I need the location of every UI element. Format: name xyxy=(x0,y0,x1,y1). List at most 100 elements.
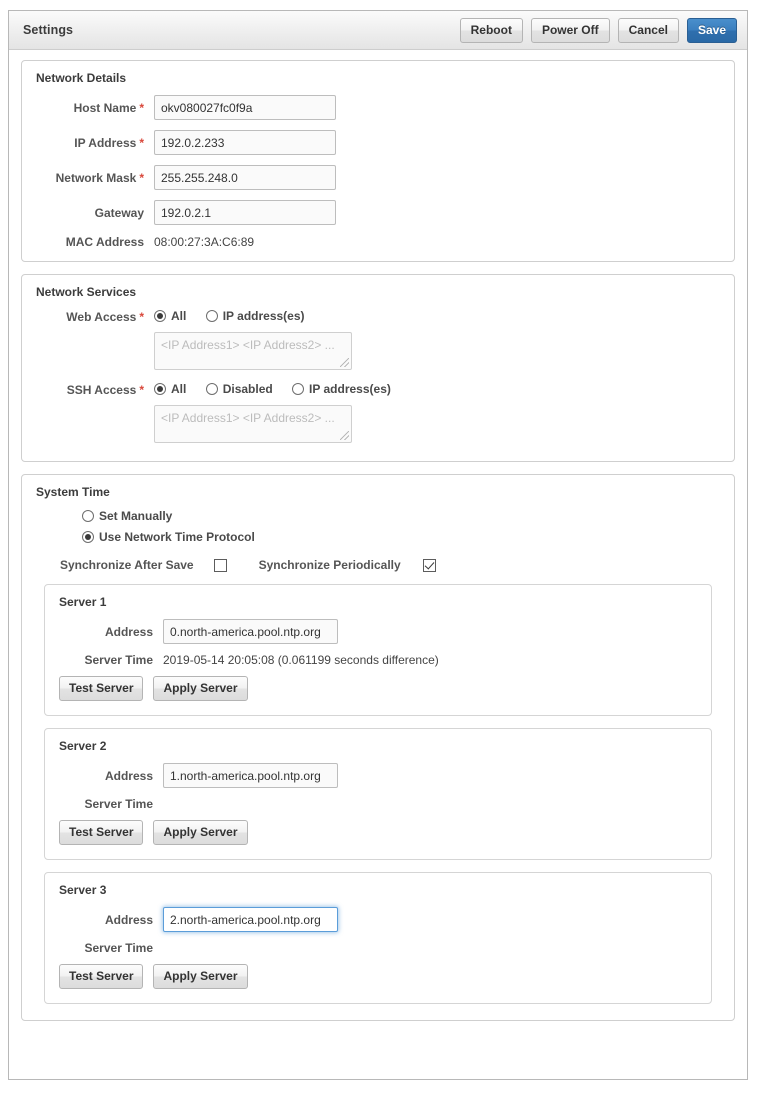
ssh-access-option-disabled[interactable]: Disabled xyxy=(205,382,273,396)
system-time-panel: System Time Set Manually Use Network Tim… xyxy=(21,474,735,1021)
sync-periodically-checkbox[interactable] xyxy=(422,558,436,572)
required-marker: * xyxy=(139,383,144,397)
web-access-option-all-label: All xyxy=(171,309,187,323)
server-2-panel: Server 2 Address Server Time Test Server… xyxy=(44,728,712,860)
radio-icon[interactable] xyxy=(82,531,94,543)
server-1-title: Server 1 xyxy=(59,595,107,609)
time-mode-ntp[interactable]: Use Network Time Protocol xyxy=(82,530,720,544)
cancel-button[interactable]: Cancel xyxy=(617,17,679,43)
web-access-option-ip[interactable]: IP address(es) xyxy=(205,309,305,323)
required-marker: * xyxy=(139,170,144,185)
network-mask-input[interactable] xyxy=(154,165,336,190)
window-titlebar: Settings Reboot Power Off Cancel Save xyxy=(9,11,747,50)
server-1-time-value: 2019-05-14 20:05:08 (0.061199 seconds di… xyxy=(163,653,439,667)
time-mode-manual-label: Set Manually xyxy=(99,509,173,523)
web-access-options: All IP address(es) xyxy=(154,309,720,325)
ssh-access-body: All Disabled IP address(es) xyxy=(154,382,720,443)
server-1-test-button[interactable]: Test Server xyxy=(59,676,144,701)
ip-address-row: IP Address * xyxy=(36,130,720,155)
settings-content: Network Details Host Name* IP Address* N… xyxy=(9,50,747,1021)
required-marker: * xyxy=(139,135,144,150)
ssh-access-label-text: SSH Access xyxy=(66,383,137,397)
host-name-input[interactable] xyxy=(154,95,336,120)
server-1-buttons: Test Server Apply Server xyxy=(59,676,697,701)
ssh-access-ip-list-input[interactable] xyxy=(154,405,352,443)
system-time-title: System Time xyxy=(36,485,110,499)
host-name-row: Host Name * xyxy=(36,95,720,120)
server-2-title: Server 2 xyxy=(59,739,107,753)
server-3-title: Server 3 xyxy=(59,883,107,897)
radio-icon[interactable] xyxy=(205,310,218,322)
required-marker: * xyxy=(139,310,144,324)
web-access-label: Web Access * xyxy=(36,309,154,324)
ip-address-label-text: IP Address xyxy=(74,135,137,150)
gateway-label-text: Gateway xyxy=(94,205,144,220)
ssh-access-row: SSH Access * All Disabled IP address(es)… xyxy=(36,382,720,443)
radio-icon[interactable] xyxy=(82,510,94,522)
server-2-test-button[interactable]: Test Server xyxy=(59,820,144,845)
time-mode-manual[interactable]: Set Manually xyxy=(82,509,720,523)
time-mode-ntp-label: Use Network Time Protocol xyxy=(99,530,255,544)
reboot-button[interactable]: Reboot xyxy=(459,17,523,43)
server-1-panel: Server 1 Address Server Time 2019-05-14 … xyxy=(44,584,712,716)
server-3-panel: Server 3 Address Server Time Test Server… xyxy=(44,872,712,1004)
server-3-address-row: Address xyxy=(59,907,697,932)
titlebar-actions: Reboot Power Off Cancel Save xyxy=(459,17,737,43)
power-off-button[interactable]: Power Off xyxy=(530,17,610,43)
server-3-test-button[interactable]: Test Server xyxy=(59,964,144,989)
web-access-body: All IP address(es) xyxy=(154,309,720,370)
gateway-label: Gateway xyxy=(36,206,154,220)
server-3-buttons: Test Server Apply Server xyxy=(59,964,697,989)
synchronize-options-row: Synchronize After Save Synchronize Perio… xyxy=(60,558,720,572)
web-access-option-all[interactable]: All xyxy=(154,309,186,323)
server-2-buttons: Test Server Apply Server xyxy=(59,820,697,845)
web-access-ip-list-wrap xyxy=(154,332,352,370)
web-access-ip-list-input[interactable] xyxy=(154,332,352,370)
server-2-time-label: Server Time xyxy=(84,797,154,811)
radio-icon[interactable] xyxy=(205,383,218,395)
gateway-input[interactable] xyxy=(154,200,336,225)
required-marker: * xyxy=(139,100,144,115)
ssh-access-option-all-label: All xyxy=(171,382,187,396)
ip-address-input[interactable] xyxy=(154,130,336,155)
server-1-address-row: Address xyxy=(59,619,697,644)
server-2-apply-button[interactable]: Apply Server xyxy=(153,820,248,845)
radio-icon[interactable] xyxy=(154,383,166,395)
mac-address-value: 08:00:27:3A:C6:89 xyxy=(154,235,255,249)
network-services-title: Network Services xyxy=(36,285,137,299)
server-1-time-label: Server Time xyxy=(84,653,154,667)
server-3-address-input[interactable] xyxy=(163,907,338,932)
host-name-label-text: Host Name xyxy=(73,100,137,115)
page-title: Settings xyxy=(23,23,74,37)
ssh-access-option-ip[interactable]: IP address(es) xyxy=(292,382,391,396)
server-1-address-input[interactable] xyxy=(163,619,338,644)
settings-window: Settings Reboot Power Off Cancel Save Ne… xyxy=(8,10,748,1080)
ssh-access-option-all[interactable]: All xyxy=(154,382,186,396)
server-2-address-label: Address xyxy=(104,768,153,783)
server-2-address-input[interactable] xyxy=(163,763,338,788)
network-mask-row: Network Mask * xyxy=(36,165,720,190)
web-access-label-text: Web Access xyxy=(66,310,137,324)
sync-after-save-label: Synchronize After Save xyxy=(60,558,194,572)
network-details-title: Network Details xyxy=(36,71,127,85)
sync-periodically-label: Synchronize Periodically xyxy=(258,558,401,572)
system-time-modes: Set Manually Use Network Time Protocol xyxy=(82,509,720,544)
radio-icon[interactable] xyxy=(154,310,166,322)
server-1-time-row: Server Time 2019-05-14 20:05:08 (0.06119… xyxy=(59,653,697,667)
network-mask-label: Network Mask * xyxy=(36,171,154,185)
sync-after-save-checkbox[interactable] xyxy=(213,558,227,572)
server-2-address-row: Address xyxy=(59,763,697,788)
web-access-option-ip-label: IP address(es) xyxy=(222,309,305,323)
host-name-label: Host Name * xyxy=(36,101,154,115)
network-details-panel: Network Details Host Name* IP Address* N… xyxy=(21,60,735,262)
server-1-apply-button[interactable]: Apply Server xyxy=(153,676,248,701)
save-button[interactable]: Save xyxy=(686,17,737,43)
ssh-access-ip-list-wrap xyxy=(154,405,352,443)
mac-address-row: MAC Address 08:00:27:3A:C6:89 xyxy=(36,235,720,249)
server-2-time-row: Server Time xyxy=(59,797,697,811)
ip-address-label: IP Address * xyxy=(36,136,154,150)
ssh-access-label: SSH Access * xyxy=(36,382,154,397)
server-3-apply-button[interactable]: Apply Server xyxy=(153,964,248,989)
radio-icon[interactable] xyxy=(292,383,305,395)
server-1-address-label: Address xyxy=(104,624,153,639)
